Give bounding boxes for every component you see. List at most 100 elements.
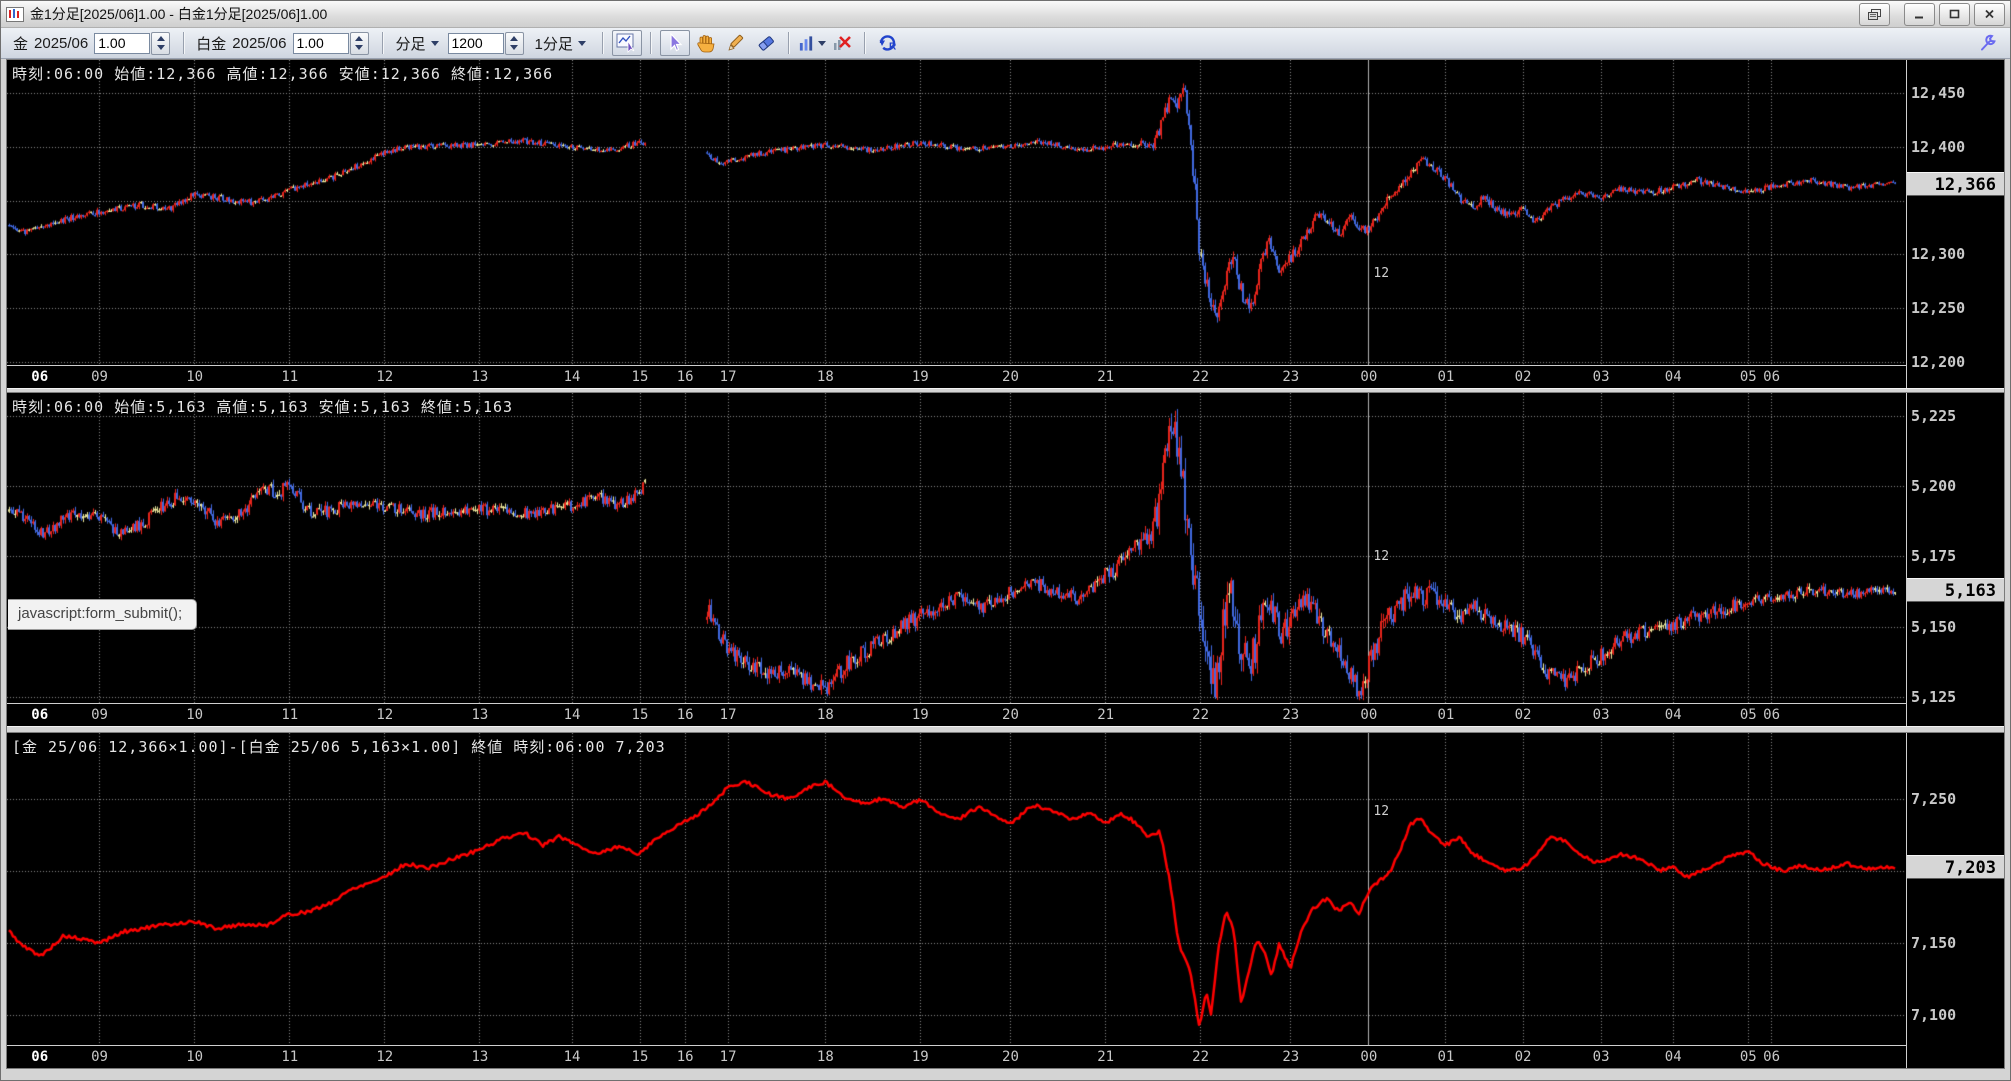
time-axis-label: 11 — [281, 1049, 298, 1065]
time-axis-label: 09 — [91, 369, 108, 385]
platinum-multiplier-input[interactable] — [293, 33, 349, 54]
reload-button[interactable]: R — [874, 31, 902, 55]
spread-time-axis: 0609101112131415161718192021222300010203… — [7, 1045, 1906, 1068]
close-button[interactable] — [1974, 3, 2005, 26]
platinum-ohlc-readout: 時刻:06:00 始値:5,163 高値:5,163 安値:5,163 終値:5… — [12, 396, 513, 417]
select-cursor-button[interactable] — [660, 30, 690, 56]
gold-multiplier-spin-buttons[interactable] — [151, 32, 170, 55]
window-frame-bottom — [1, 1069, 2010, 1080]
time-axis-label: 20 — [1002, 369, 1019, 385]
bar-count-spin-buttons[interactable] — [505, 32, 524, 55]
toolbar-separator — [602, 32, 604, 54]
time-axis-label: 16 — [677, 1049, 694, 1065]
delete-drawing-button[interactable] — [828, 31, 856, 55]
gold-contract-month[interactable]: 2025/06 — [34, 35, 88, 52]
bar-count-input[interactable] — [448, 33, 504, 54]
date-label: 12 — [1373, 266, 1389, 281]
eraser-button[interactable] — [752, 31, 780, 55]
cascade-window-button[interactable] — [1859, 3, 1890, 26]
chevron-down-icon — [431, 41, 439, 46]
time-axis-label: 22 — [1192, 1049, 1209, 1065]
indicator-bars-button[interactable] — [798, 31, 826, 55]
time-axis-label: 06 — [1763, 707, 1780, 723]
gold-chart-canvas[interactable] — [7, 60, 1906, 365]
draw-pencil-button[interactable] — [722, 31, 750, 55]
pan-hand-button[interactable] — [692, 31, 720, 55]
platinum-multiplier-spinner — [293, 32, 369, 55]
time-axis-label: 02 — [1515, 1049, 1532, 1065]
chart-settings-button[interactable] — [612, 30, 642, 56]
settings-wrench-button[interactable] — [1973, 31, 2001, 55]
select-cursor-icon — [665, 33, 685, 53]
time-axis-label: 14 — [564, 1049, 581, 1065]
interval-dropdown[interactable]: 1分足 — [530, 31, 591, 56]
time-axis-label: 23 — [1282, 1049, 1299, 1065]
time-axis-label: 11 — [281, 369, 298, 385]
title-bar[interactable]: 金1分足[2025/06]1.00 - 白金1分足[2025/06]1.00 — [1, 1, 2010, 28]
price-axis-label: 12,200 — [1911, 353, 1965, 371]
platinum-price-axis: 5,2255,2005,1755,1505,1255,163 — [1906, 393, 2004, 726]
pan-hand-icon — [696, 33, 716, 53]
toolbar-separator — [864, 32, 866, 54]
time-axis-label: 03 — [1593, 707, 1610, 723]
platinum-chart-canvas[interactable] — [7, 393, 1906, 703]
time-axis-label: 01 — [1437, 707, 1454, 723]
time-axis-label: 17 — [720, 1049, 737, 1065]
price-axis-label: 12,300 — [1911, 245, 1965, 263]
price-axis-label: 5,150 — [1911, 618, 1956, 636]
time-axis-label: 14 — [564, 369, 581, 385]
time-axis-label: 18 — [817, 1049, 834, 1065]
gold-multiplier-input[interactable] — [94, 33, 150, 54]
price-axis-label: 12,450 — [1911, 84, 1965, 102]
platinum-multiplier-spin-buttons[interactable] — [350, 32, 369, 55]
time-axis-label: 14 — [564, 707, 581, 723]
chart-area: 時刻:06:00 始値:12,366 高値:12,366 安値:12,366 終… — [6, 59, 2005, 1069]
time-axis-label: 15 — [632, 369, 649, 385]
time-axis-label: 20 — [1002, 707, 1019, 723]
time-axis-label: 12 — [376, 1049, 393, 1065]
svg-text:R: R — [889, 42, 897, 53]
platinum-time-axis: 0609101112131415161718192021222300010203… — [7, 703, 1906, 726]
spread-chart-canvas[interactable] — [7, 733, 1906, 1045]
price-axis-label: 5,175 — [1911, 547, 1956, 565]
toolbar-separator — [650, 32, 652, 54]
minimize-button[interactable] — [1904, 3, 1935, 26]
spread-formula-readout: [金 25/06 12,366×1.00]-[白金 25/06 5,163×1.… — [12, 736, 666, 757]
time-axis-label: 06 — [31, 369, 48, 385]
chevron-down-icon — [578, 41, 586, 46]
gold-multiplier-spinner — [94, 32, 170, 55]
gold-price-axis: 12,45012,40012,30012,25012,20012,366 — [1906, 60, 2004, 388]
time-axis-label: 09 — [91, 1049, 108, 1065]
platinum-plot-area: 時刻:06:00 始値:5,163 高値:5,163 安値:5,163 終値:5… — [7, 393, 1906, 703]
time-axis-label: 16 — [677, 369, 694, 385]
time-axis-label: 13 — [471, 1049, 488, 1065]
time-axis-label: 03 — [1593, 1049, 1610, 1065]
gold-symbol-link[interactable]: 金 — [13, 33, 28, 54]
time-axis-label: 16 — [677, 707, 694, 723]
chart-settings-icon — [616, 33, 638, 53]
platinum-contract-month[interactable]: 2025/06 — [232, 35, 286, 52]
time-axis-label: 12 — [376, 707, 393, 723]
toolbar-separator — [183, 32, 185, 54]
time-axis-label: 21 — [1097, 707, 1114, 723]
time-axis-label: 18 — [817, 369, 834, 385]
time-axis-label: 02 — [1515, 707, 1532, 723]
time-axis-label: 15 — [632, 707, 649, 723]
toolbar: 金 2025/06 白金 2025/06 分足 1分足 — [1, 28, 2010, 59]
window-title: 金1分足[2025/06]1.00 - 白金1分足[2025/06]1.00 — [30, 4, 327, 24]
gold-ohlc-readout: 時刻:06:00 始値:12,366 高値:12,366 安値:12,366 終… — [12, 63, 553, 84]
maximize-button[interactable] — [1939, 3, 1970, 26]
price-axis-label: 7,150 — [1911, 934, 1956, 952]
draw-pencil-icon — [726, 33, 746, 53]
platinum-chart-panel: 時刻:06:00 始値:5,163 高値:5,163 安値:5,163 終値:5… — [7, 393, 2004, 726]
platinum-symbol-link[interactable]: 白金 — [196, 33, 226, 54]
bar-type-dropdown[interactable]: 分足 — [391, 31, 444, 56]
time-axis-label: 01 — [1437, 1049, 1454, 1065]
time-axis-label: 15 — [632, 1049, 649, 1065]
time-axis-label: 02 — [1515, 369, 1532, 385]
price-axis-label: 12,400 — [1911, 138, 1965, 156]
time-axis-label: 18 — [817, 707, 834, 723]
time-axis-label: 13 — [471, 707, 488, 723]
chart-app-window: 金1分足[2025/06]1.00 - 白金1分足[2025/06]1.00 金… — [0, 0, 2011, 1081]
time-axis-label: 19 — [912, 1049, 929, 1065]
